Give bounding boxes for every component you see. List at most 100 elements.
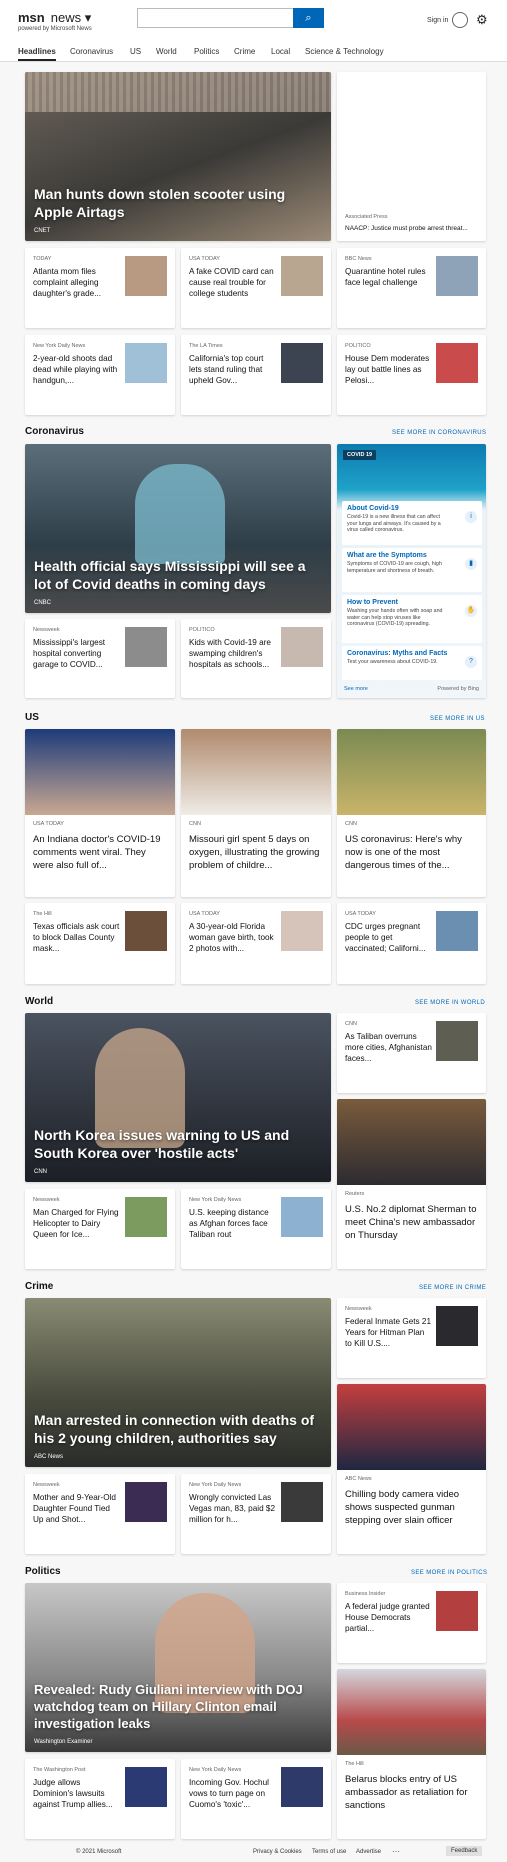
sign-in-link[interactable]: Sign in: [427, 17, 448, 24]
card-title: House Dem moderates lay out battle lines…: [345, 354, 430, 385]
news-card[interactable]: TODAY Atlanta mom files complaint allegi…: [25, 248, 175, 328]
card-thumbnail: [125, 1197, 167, 1237]
news-card[interactable]: POLITICO Kids with Covid-19 are swamping…: [181, 619, 331, 698]
news-card[interactable]: The Hill Texas officials ask court to bl…: [25, 903, 175, 984]
hero-card[interactable]: North Korea issues warning to US and Sou…: [25, 1013, 331, 1182]
avatar[interactable]: [452, 12, 468, 28]
covid-item-title: How to Prevent: [347, 599, 398, 606]
card-thumbnail: [125, 627, 167, 667]
covid-badge: COVID 19: [343, 450, 377, 460]
card-title: Incoming Gov. Hochul vows to turn page o…: [189, 1778, 269, 1809]
card-thumbnail: [436, 343, 478, 383]
news-card[interactable]: Business Insider A federal judge granted…: [337, 1583, 486, 1663]
news-card[interactable]: Newsweek Man Charged for Flying Helicopt…: [25, 1189, 175, 1269]
msn-logo[interactable]: msn news ▾: [18, 10, 91, 26]
see-more-coronavirus-link[interactable]: SEE MORE IN CORONAVIRUS: [392, 430, 486, 436]
card-image: [181, 729, 331, 815]
news-card-large[interactable]: Reuters U.S. No.2 diplomat Sherman to me…: [337, 1099, 486, 1269]
see-more-politics-link[interactable]: SEE MORE IN POLITICS: [411, 1570, 487, 1576]
hero-source: ABC News: [34, 1454, 64, 1460]
hero-card[interactable]: Man arrested in connection with deaths o…: [25, 1298, 331, 1467]
news-card[interactable]: The LA Times California's top court lets…: [181, 335, 331, 415]
news-card[interactable]: Newsweek Federal Inmate Gets 21 Years fo…: [337, 1298, 486, 1378]
news-menu[interactable]: news ▾: [51, 10, 92, 25]
news-card-large[interactable]: USA TODAY An Indiana doctor's COVID-19 c…: [25, 729, 175, 897]
card-source: POLITICO: [189, 627, 215, 633]
tab-us[interactable]: US: [130, 47, 141, 56]
news-card[interactable]: BBC News Quarantine hotel rules face leg…: [337, 248, 486, 328]
news-card[interactable]: USA TODAY A 30-year-old Florida woman ga…: [181, 903, 331, 984]
card-thumbnail: [436, 911, 478, 951]
tab-politics[interactable]: Politics: [194, 47, 219, 56]
search-button[interactable]: ⌕: [293, 8, 324, 28]
covid-item-text: Test your awareness about COVID-19.: [347, 659, 438, 665]
card-title: A federal judge granted House Democrats …: [345, 1602, 430, 1633]
news-card[interactable]: New York Daily News Wrongly convicted La…: [181, 1474, 331, 1554]
card-source: USA TODAY: [189, 256, 220, 262]
covid-about[interactable]: About Covid-19 Covid-19 is a new illness…: [342, 501, 482, 545]
advertise-link[interactable]: Advertise: [356, 1849, 381, 1855]
card-title: A 30-year-old Florida woman gave birth, …: [189, 922, 274, 953]
card-source: CNN: [345, 1021, 357, 1027]
card-title: U.S. keeping distance as Afghan forces f…: [189, 1208, 269, 1239]
news-card-large[interactable]: The Hill Belarus blocks entry of US amba…: [337, 1669, 486, 1839]
tab-headlines[interactable]: Headlines: [18, 47, 56, 61]
see-more-us-link[interactable]: SEE MORE IN US: [430, 716, 485, 722]
card-thumbnail: [281, 256, 323, 296]
hero-card[interactable]: Revealed: Rudy Giuliani interview with D…: [25, 1583, 331, 1752]
card-title: As Taliban overruns more cities, Afghani…: [345, 1032, 432, 1063]
card-title: Chilling body camera video shows suspect…: [345, 1489, 460, 1526]
card-thumbnail: [125, 1482, 167, 1522]
card-source: New York Daily News: [189, 1767, 242, 1773]
news-card[interactable]: Newsweek Mississippi's largest hospital …: [25, 619, 175, 698]
section-title-crime: Crime: [25, 1281, 54, 1292]
news-card[interactable]: New York Daily News 2-year-old shoots da…: [25, 335, 175, 415]
covid-see-more-link[interactable]: See more: [344, 686, 368, 692]
see-more-world-link[interactable]: SEE MORE IN WORLD: [415, 1000, 485, 1006]
hero-card[interactable]: Man hunts down stolen scooter using Appl…: [25, 72, 331, 241]
news-card[interactable]: USA TODAY A fake COVID card can cause re…: [181, 248, 331, 328]
card-title: Atlanta mom files complaint alleging dau…: [33, 267, 102, 298]
tab-local[interactable]: Local: [271, 47, 290, 56]
ad-card[interactable]: Associated Press NAACP: Justice must pro…: [337, 72, 486, 241]
card-title: A fake COVID card can cause real trouble…: [189, 267, 274, 298]
news-card[interactable]: Newsweek Mother and 9-Year-Old Daughter …: [25, 1474, 175, 1554]
tab-coronavirus[interactable]: Coronavirus: [70, 47, 113, 56]
news-card-large[interactable]: CNN US coronavirus: Here's why now is on…: [337, 729, 486, 897]
covid-prevent[interactable]: How to Prevent Washing your hands often …: [342, 595, 482, 643]
hero-card[interactable]: Health official says Mississippi will se…: [25, 444, 331, 613]
news-card[interactable]: CNN As Taliban overruns more cities, Afg…: [337, 1013, 486, 1093]
covid-symptoms[interactable]: What are the Symptoms Symptoms of COVID-…: [342, 548, 482, 592]
privacy-link[interactable]: Privacy & Cookies: [253, 1849, 302, 1855]
news-card-large[interactable]: CNN Missouri girl spent 5 days on oxygen…: [181, 729, 331, 897]
copyright: © 2021 Microsoft: [76, 1849, 122, 1855]
tab-world[interactable]: World: [156, 47, 177, 56]
tab-science-technology[interactable]: Science & Technology: [305, 47, 384, 56]
card-source: TODAY: [33, 256, 52, 262]
news-card[interactable]: New York Daily News Incoming Gov. Hochul…: [181, 1759, 331, 1839]
news-card[interactable]: USA TODAY CDC urges pregnant people to g…: [337, 903, 486, 984]
news-card[interactable]: POLITICO House Dem moderates lay out bat…: [337, 335, 486, 415]
card-title: Wrongly convicted Las Vegas man, 83, pai…: [189, 1493, 276, 1524]
card-image: [337, 729, 486, 815]
tab-crime[interactable]: Crime: [234, 47, 255, 56]
hand-wash-icon: ✋: [465, 605, 477, 617]
gear-icon[interactable]: ⚙: [476, 12, 488, 28]
card-thumbnail: [436, 256, 478, 296]
news-card-large[interactable]: ABC News Chilling body camera video show…: [337, 1384, 486, 1554]
terms-link[interactable]: Terms of use: [312, 1849, 346, 1855]
card-title: Quarantine hotel rules face legal challe…: [345, 267, 426, 287]
hero-title: Revealed: Rudy Giuliani interview with D…: [34, 1682, 303, 1731]
section-title-us: US: [25, 712, 39, 723]
feedback-button[interactable]: Feedback: [446, 1846, 483, 1856]
quiz-icon: ?: [465, 656, 477, 668]
more-icon[interactable]: ···: [392, 1847, 400, 1856]
card-image: [337, 1384, 486, 1470]
see-more-crime-link[interactable]: SEE MORE IN CRIME: [419, 1285, 486, 1291]
covid-item-text: Washing your hands often with soap and w…: [347, 608, 443, 627]
covid-myths[interactable]: Coronavirus: Myths and Facts Test your a…: [342, 646, 482, 680]
news-card[interactable]: The Washington Post Judge allows Dominio…: [25, 1759, 175, 1839]
card-thumbnail: [281, 343, 323, 383]
news-card[interactable]: New York Daily News U.S. keeping distanc…: [181, 1189, 331, 1269]
card-thumbnail: [436, 1591, 478, 1631]
